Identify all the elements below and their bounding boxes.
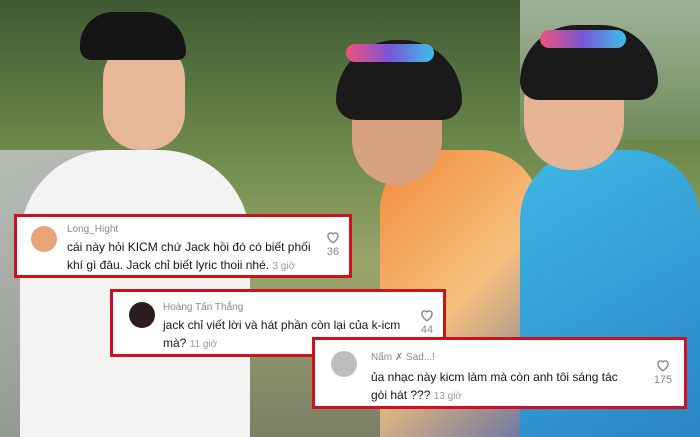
comment-username[interactable]: Nấm ✗ Sad...! xyxy=(371,352,435,363)
heart-outline-icon[interactable] xyxy=(419,308,435,322)
comment-text: ủa nhạc này kicm làm mà còn anh tôi sáng… xyxy=(371,368,641,406)
comment-text-line-2: khí gì đâu. Jack chỉ biết lyric thoii nh… xyxy=(67,256,317,276)
comment-text-line: mà? xyxy=(163,336,187,350)
goggles-right xyxy=(540,30,626,48)
like-count: 44 xyxy=(420,324,434,336)
like-count: 36 xyxy=(326,246,340,258)
comment-username[interactable]: Long_Hight xyxy=(67,224,118,235)
comment-text-line: cái này hỏi KICM chứ Jack hồi đó có biết… xyxy=(67,240,311,254)
avatar[interactable] xyxy=(31,226,57,252)
like-count: 175 xyxy=(653,374,673,386)
comment-text-line: jack chỉ viết lời và hát phần còn lại củ… xyxy=(163,318,401,332)
comment-text-line: khí gì đâu. Jack chỉ biết lyric thoii nh… xyxy=(67,258,270,272)
comment-time: 3 giờ xyxy=(272,261,296,272)
comment-text-line: ủa nhạc này kicm làm mà còn anh tôi sáng… xyxy=(371,370,618,384)
man-left-hair xyxy=(80,12,186,60)
comment-text: cái này hỏi KICM chứ Jack hồi đó có biết… xyxy=(67,238,317,276)
comment-time: 11 giờ xyxy=(189,339,218,350)
goggles-middle xyxy=(346,44,434,62)
heart-outline-icon[interactable] xyxy=(655,358,671,372)
heart-outline-icon[interactable] xyxy=(325,230,341,244)
comment-text-line: gòi hát ??? xyxy=(371,388,431,402)
avatar[interactable] xyxy=(331,351,357,377)
comment-text-line-2: gòi hát ??? 13 giờ xyxy=(371,386,641,406)
comment-card-1: Long_Hight cái này hỏi KICM chứ Jack hồi… xyxy=(14,214,352,278)
comment-card-3: Nấm ✗ Sad...! ủa nhạc này kicm làm mà cò… xyxy=(312,337,687,409)
comment-username[interactable]: Hoàng Tấn Thắng xyxy=(163,302,243,313)
comment-time: 13 giờ xyxy=(433,391,462,402)
avatar[interactable] xyxy=(129,302,155,328)
